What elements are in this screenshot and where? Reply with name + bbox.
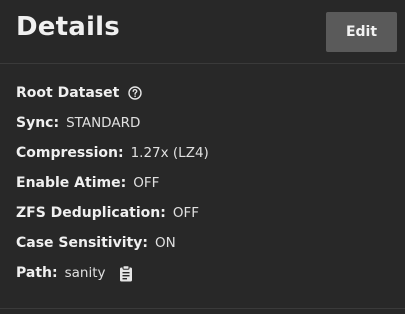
help-circle-icon[interactable]	[128, 86, 143, 100]
path-row: Path: sanity	[16, 258, 389, 288]
atime-label: Enable Atime:	[16, 175, 127, 191]
details-card: Details Edit Root Dataset Sync: STANDARD…	[0, 0, 405, 314]
card-title: Details	[16, 12, 120, 42]
root-dataset-label: Root Dataset	[16, 85, 120, 101]
path-label: Path:	[16, 265, 58, 281]
dedup-row: ZFS Deduplication: OFF	[16, 198, 389, 228]
case-sensitivity-row: Case Sensitivity: ON	[16, 228, 389, 258]
clipboard-icon[interactable]	[119, 264, 133, 282]
compression-row: Compression: 1.27x (LZ4)	[16, 138, 389, 168]
card-header: Details Edit	[0, 0, 405, 64]
case-sensitivity-value: ON	[154, 235, 176, 251]
sync-value: STANDARD	[66, 115, 141, 131]
dedup-value: OFF	[172, 205, 199, 221]
root-dataset-row: Root Dataset	[16, 78, 389, 108]
atime-row: Enable Atime: OFF	[16, 168, 389, 198]
compression-label: Compression:	[16, 145, 124, 161]
sync-row: Sync: STANDARD	[16, 108, 389, 138]
dedup-label: ZFS Deduplication:	[16, 205, 166, 221]
atime-value: OFF	[133, 175, 160, 191]
compression-value: 1.27x (LZ4)	[130, 145, 209, 161]
path-value: sanity	[64, 265, 106, 281]
card-bottom-divider	[0, 308, 405, 309]
sync-label: Sync:	[16, 115, 60, 131]
case-sensitivity-label: Case Sensitivity:	[16, 235, 148, 251]
edit-button[interactable]: Edit	[326, 12, 397, 52]
details-list: Root Dataset Sync: STANDARD Compression:…	[16, 78, 389, 288]
